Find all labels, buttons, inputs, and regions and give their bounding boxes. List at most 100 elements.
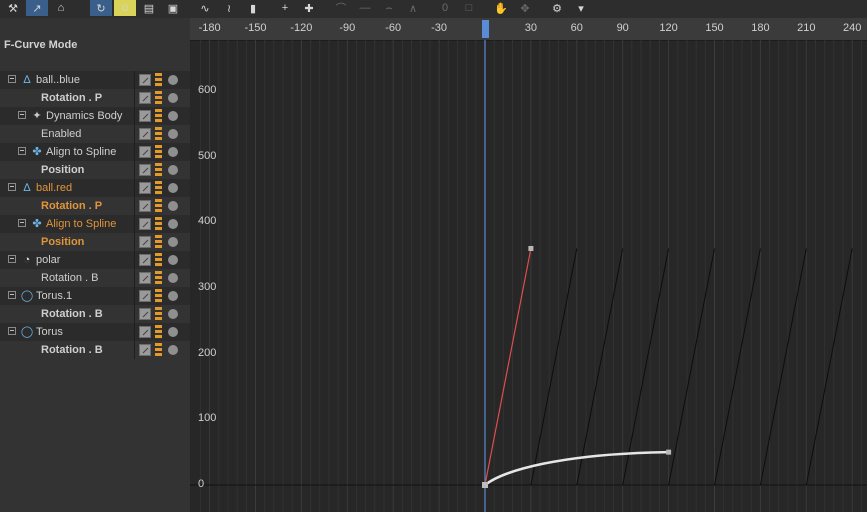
solo-dot-icon[interactable] bbox=[168, 183, 178, 193]
track-color-icon[interactable] bbox=[155, 235, 162, 249]
tree-row[interactable]: ∆ ball..blue bbox=[0, 71, 190, 89]
enable-checkbox[interactable] bbox=[139, 308, 151, 320]
settings-icon[interactable]: ⚙ bbox=[546, 0, 568, 16]
solo-dot-icon[interactable] bbox=[168, 129, 178, 139]
folder-open-icon[interactable]: ▤ bbox=[138, 0, 160, 16]
lock-icon[interactable]: ▮ bbox=[242, 0, 264, 16]
track-color-icon[interactable] bbox=[155, 199, 162, 213]
tree-row[interactable]: ◔ polar bbox=[0, 251, 190, 269]
enable-checkbox[interactable] bbox=[139, 200, 151, 212]
zero-button[interactable]: 0 bbox=[434, 0, 456, 16]
solo-dot-icon[interactable] bbox=[168, 201, 178, 211]
fold-icon[interactable]: ▾ bbox=[570, 0, 592, 16]
tree-row[interactable]: ✦ Dynamics Body bbox=[0, 107, 190, 125]
solo-dot-icon[interactable] bbox=[168, 309, 178, 319]
solo-dot-icon[interactable] bbox=[168, 327, 178, 337]
tree-row[interactable]: Rotation . P bbox=[0, 89, 190, 107]
track-color-icon[interactable] bbox=[155, 73, 162, 87]
add-keys-icon[interactable]: ✚ bbox=[298, 0, 320, 16]
track-color-icon[interactable] bbox=[155, 127, 162, 141]
tangent-flat-icon[interactable]: — bbox=[354, 0, 376, 16]
solo-dot-icon[interactable] bbox=[168, 219, 178, 229]
tangent-icon[interactable]: ⌒ bbox=[330, 0, 352, 16]
key-lock-icon[interactable]: □ bbox=[458, 0, 480, 16]
enable-checkbox[interactable] bbox=[139, 92, 151, 104]
enable-checkbox[interactable] bbox=[139, 182, 151, 194]
tree-row[interactable]: ✤ Align to Spline bbox=[0, 215, 190, 233]
enable-checkbox[interactable] bbox=[139, 236, 151, 248]
tree-row[interactable]: Rotation . B bbox=[0, 269, 190, 287]
enable-checkbox[interactable] bbox=[139, 110, 151, 122]
enable-checkbox[interactable] bbox=[139, 164, 151, 176]
track-color-icon[interactable] bbox=[155, 217, 162, 231]
collapse-toggle[interactable] bbox=[18, 219, 26, 227]
enable-checkbox[interactable] bbox=[139, 128, 151, 140]
track-color-icon[interactable] bbox=[155, 289, 162, 303]
collapse-toggle[interactable] bbox=[8, 327, 16, 335]
collapse-toggle[interactable] bbox=[18, 147, 26, 155]
curve-icon[interactable]: ∿ bbox=[194, 0, 216, 16]
collapse-toggle[interactable] bbox=[8, 183, 16, 191]
tree-row[interactable]: ∆ ball.red bbox=[0, 179, 190, 197]
track-color-icon[interactable] bbox=[155, 163, 162, 177]
collapse-toggle[interactable] bbox=[8, 75, 16, 83]
solo-dot-icon[interactable] bbox=[168, 237, 178, 247]
track-color-icon[interactable] bbox=[155, 343, 162, 357]
person-icon[interactable]: ☺ bbox=[114, 0, 136, 16]
track-color-icon[interactable] bbox=[155, 91, 162, 105]
track-color-icon[interactable] bbox=[155, 109, 162, 123]
track-color-icon[interactable] bbox=[155, 181, 162, 195]
enable-checkbox[interactable] bbox=[139, 218, 151, 230]
tangent-break-icon[interactable]: ∧ bbox=[402, 0, 424, 16]
solo-dot-icon[interactable] bbox=[168, 75, 178, 85]
add-key-icon[interactable]: + bbox=[274, 0, 296, 16]
track-color-icon[interactable] bbox=[155, 325, 162, 339]
curve-break-icon[interactable]: ≀ bbox=[218, 0, 240, 16]
solo-dot-icon[interactable] bbox=[168, 255, 178, 265]
y-tick-label: 200 bbox=[198, 346, 217, 359]
playhead-marker[interactable] bbox=[482, 20, 489, 38]
tangent-auto-icon[interactable]: ⌢ bbox=[378, 0, 400, 16]
tree-row[interactable]: Rotation . B bbox=[0, 341, 190, 359]
tree-row[interactable]: Enabled bbox=[0, 125, 190, 143]
solo-dot-icon[interactable] bbox=[168, 147, 178, 157]
move-icon[interactable]: ✥ bbox=[514, 0, 536, 16]
tree-row[interactable]: ◯ Torus.1 bbox=[0, 287, 190, 305]
enable-checkbox[interactable] bbox=[139, 254, 151, 266]
solo-dot-icon[interactable] bbox=[168, 93, 178, 103]
track-color-icon[interactable] bbox=[155, 307, 162, 321]
solo-dot-icon[interactable] bbox=[168, 291, 178, 301]
enable-checkbox[interactable] bbox=[139, 344, 151, 356]
solo-dot-icon[interactable] bbox=[168, 111, 178, 121]
collapse-toggle[interactable] bbox=[18, 111, 26, 119]
frame-ruler[interactable]: -180-150-120-90-60-300306090120150180210… bbox=[190, 18, 867, 41]
tree-row[interactable]: Position bbox=[0, 161, 190, 179]
tree-row[interactable]: ✤ Align to Spline bbox=[0, 143, 190, 161]
collapse-toggle[interactable] bbox=[8, 291, 16, 299]
tree-row[interactable]: Rotation . B bbox=[0, 305, 190, 323]
track-color-icon[interactable] bbox=[155, 145, 162, 159]
enable-checkbox[interactable] bbox=[139, 290, 151, 302]
f-curve-plot[interactable] bbox=[190, 40, 867, 512]
folder-key-icon[interactable]: ▣ bbox=[162, 0, 184, 16]
pointer-icon[interactable]: ↗ bbox=[26, 0, 48, 16]
wrench-icon[interactable]: ⚒ bbox=[2, 0, 24, 16]
loop-icon[interactable]: ↻ bbox=[90, 0, 112, 16]
solo-dot-icon[interactable] bbox=[168, 165, 178, 175]
grab-icon[interactable]: ✋ bbox=[490, 0, 512, 16]
y-tick-label: 100 bbox=[198, 412, 217, 425]
tree-row[interactable]: ◯ Torus bbox=[0, 323, 190, 341]
solo-dot-icon[interactable] bbox=[168, 273, 178, 283]
solo-dot-icon[interactable] bbox=[168, 345, 178, 355]
enable-checkbox[interactable] bbox=[139, 272, 151, 284]
enable-checkbox[interactable] bbox=[139, 146, 151, 158]
collapse-toggle[interactable] bbox=[8, 255, 16, 263]
track-color-icon[interactable] bbox=[155, 271, 162, 285]
track-color-icon[interactable] bbox=[155, 253, 162, 267]
tree-row[interactable]: Position bbox=[0, 233, 190, 251]
x-tick-label: 150 bbox=[705, 22, 724, 34]
home-icon[interactable]: ⌂ bbox=[50, 0, 72, 16]
enable-checkbox[interactable] bbox=[139, 326, 151, 338]
tree-row[interactable]: Rotation . P bbox=[0, 197, 190, 215]
enable-checkbox[interactable] bbox=[139, 74, 151, 86]
